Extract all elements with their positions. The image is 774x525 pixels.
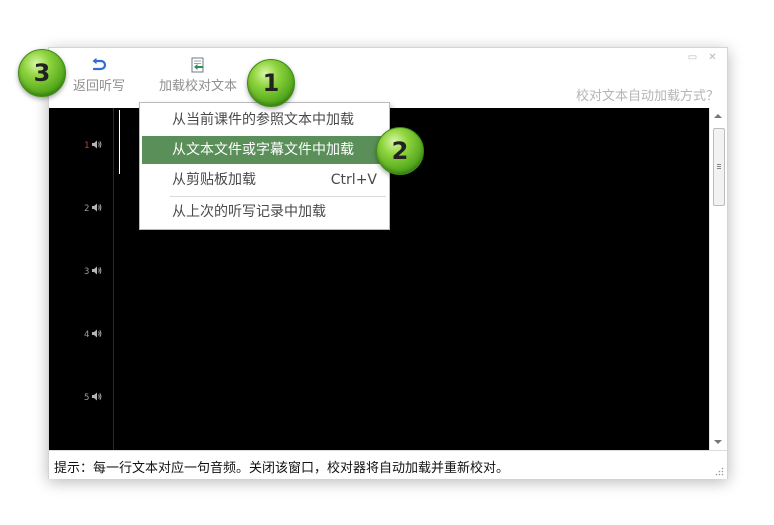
speaker-icon[interactable] xyxy=(91,392,102,401)
callout-badge-1: 1 xyxy=(247,59,295,107)
menu-item-load-from-last-dictation[interactable]: 从上次的听写记录中加载 xyxy=(142,198,387,226)
restore-icon[interactable]: ▭ xyxy=(686,52,699,63)
back-to-dictation-button[interactable]: 返回听写 xyxy=(67,57,131,94)
menu-separator xyxy=(170,196,386,197)
callout-badge-2: 2 xyxy=(376,127,424,175)
line-number: 5 xyxy=(84,393,90,403)
load-proofread-text-button[interactable]: 加载校对文本 xyxy=(152,57,244,94)
text-caret xyxy=(119,110,120,174)
vertical-scrollbar[interactable] xyxy=(709,108,727,450)
load-text-dropdown-menu: 从当前课件的参照文本中加载 从文本文件或字幕文件中加载 从剪贴板加载 Ctrl+… xyxy=(139,102,390,230)
resize-grip-icon[interactable] xyxy=(714,466,724,476)
scrollbar-thumb[interactable] xyxy=(713,128,725,206)
menu-item-shortcut: Ctrl+V xyxy=(330,172,377,188)
document-load-icon xyxy=(191,57,204,73)
line-gutter: 1 2 3 4 5 xyxy=(49,108,114,450)
menu-item-load-from-courseware-reference[interactable]: 从当前课件的参照文本中加载 xyxy=(142,106,387,134)
speaker-icon[interactable] xyxy=(91,266,102,275)
line-marker-5[interactable]: 5 xyxy=(84,392,102,403)
line-number: 1 xyxy=(84,141,90,151)
scroll-down-arrow-icon[interactable] xyxy=(714,440,722,444)
callout-badge-3: 3 xyxy=(18,49,66,97)
menu-item-load-from-text-or-subtitle-file[interactable]: 从文本文件或字幕文件中加载 xyxy=(142,136,387,164)
line-marker-3[interactable]: 3 xyxy=(84,266,102,277)
grip-line xyxy=(717,168,721,169)
menu-item-label: 从文本文件或字幕文件中加载 xyxy=(172,142,354,158)
close-icon[interactable]: ✕ xyxy=(706,52,719,63)
menu-item-label: 从上次的听写记录中加载 xyxy=(172,204,326,220)
line-marker-1[interactable]: 1 xyxy=(84,140,102,151)
grip-line xyxy=(717,166,721,167)
line-marker-4[interactable]: 4 xyxy=(84,329,102,340)
menu-item-label: 从当前课件的参照文本中加载 xyxy=(172,112,354,128)
line-marker-2[interactable]: 2 xyxy=(84,203,102,214)
speaker-icon[interactable] xyxy=(91,329,102,338)
back-button-label: 返回听写 xyxy=(72,79,125,94)
auto-load-help-link[interactable]: 校对文本自动加载方式？ xyxy=(576,85,719,104)
scroll-up-arrow-icon[interactable] xyxy=(714,114,722,118)
speaker-icon[interactable] xyxy=(91,140,102,149)
status-hint: 提示：每一行文本对应一句音频。关闭该窗口，校对器将自动加载并重新校对。 xyxy=(54,461,510,476)
line-number: 4 xyxy=(84,330,90,340)
speaker-icon[interactable] xyxy=(91,203,102,212)
status-bar: 提示：每一行文本对应一句音频。关闭该窗口，校对器将自动加载并重新校对。 xyxy=(49,450,727,479)
undo-arrow-icon xyxy=(92,57,107,71)
grip-line xyxy=(717,164,721,165)
menu-item-label: 从剪贴板加载 xyxy=(172,172,256,188)
load-button-label: 加载校对文本 xyxy=(158,79,237,94)
line-number: 2 xyxy=(84,204,90,214)
line-number: 3 xyxy=(84,267,90,277)
menu-item-load-from-clipboard[interactable]: 从剪贴板加载 Ctrl+V xyxy=(142,166,387,194)
